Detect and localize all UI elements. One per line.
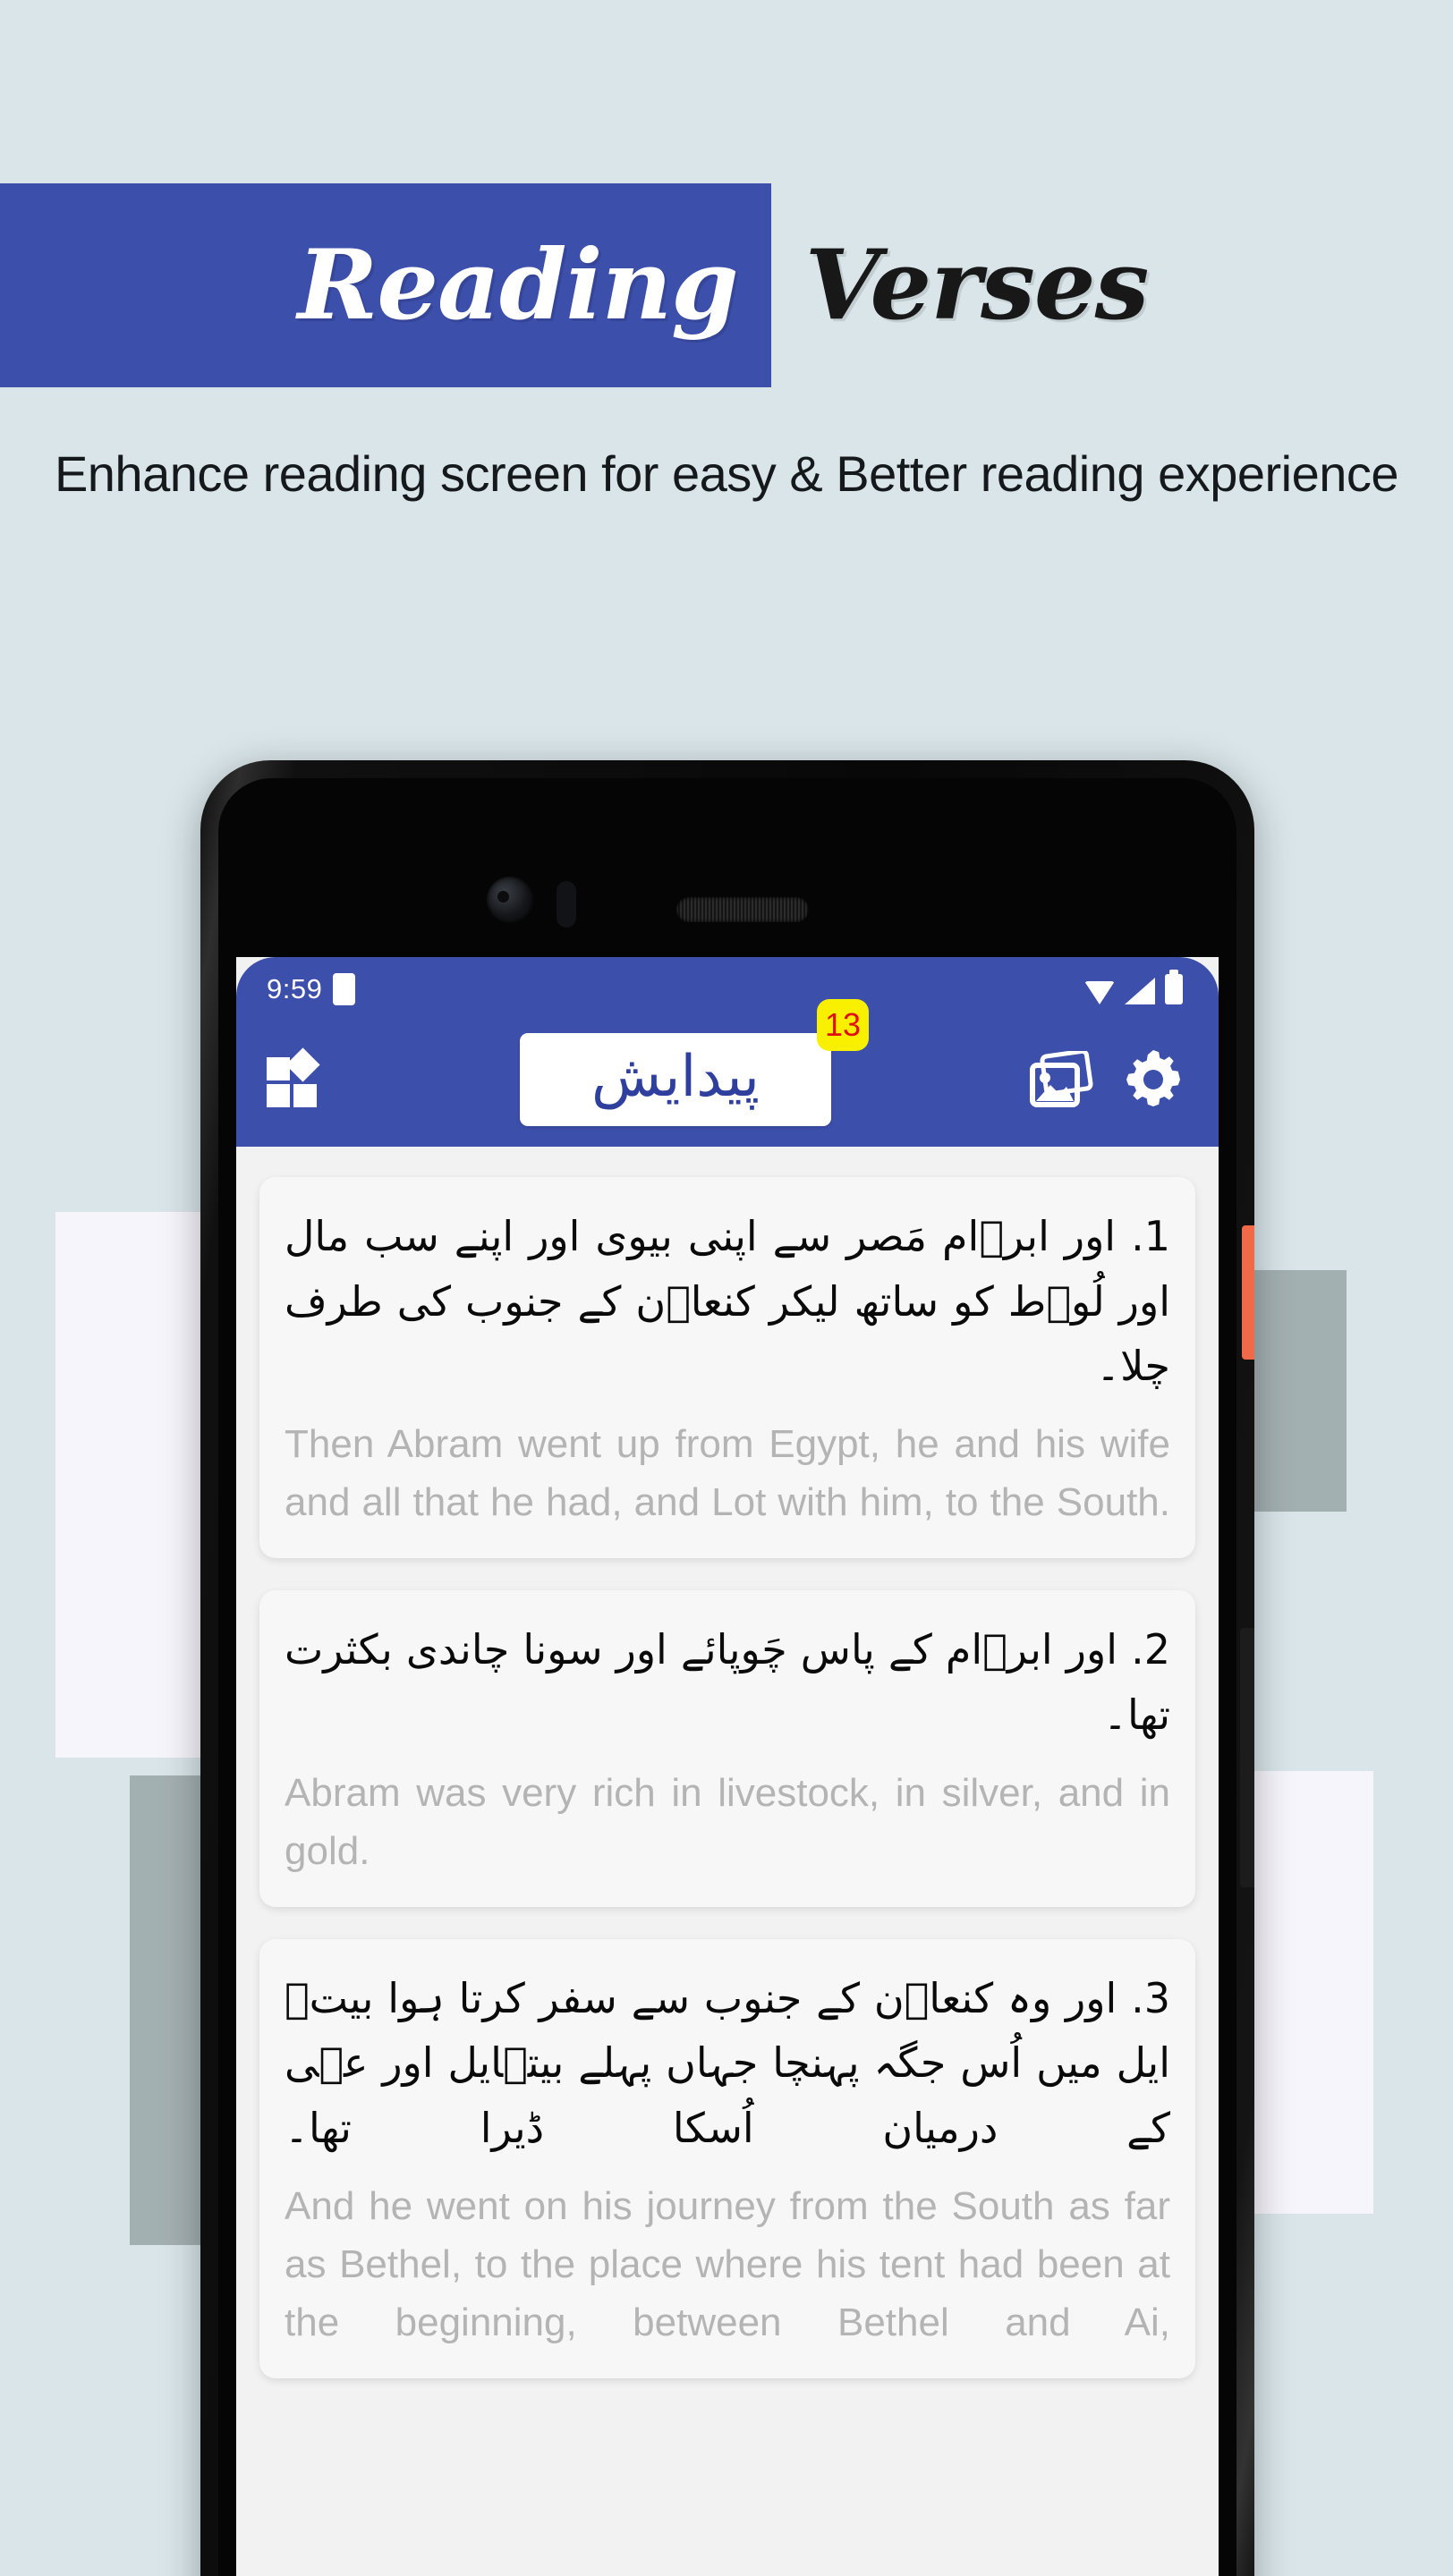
dashboard-icon[interactable] — [267, 1047, 322, 1107]
chapter-badge[interactable]: 13 — [817, 999, 869, 1051]
gallery-icon[interactable] — [1029, 1048, 1093, 1108]
verse-english-text: And he went on his journey from the Sout… — [285, 2183, 1170, 2345]
app-header: 9:59 پیدایش 13 — [236, 957, 1219, 1147]
verse-urdu-text: 3. اور وہ کنعاؔن کے جنوب سے سفر کرتا ہوا… — [285, 1973, 1170, 2153]
promo-title-secondary: Verses — [804, 229, 1150, 342]
book-title-label: پیدایش — [591, 1044, 760, 1110]
verse-english-text: Then Abram went up from Egypt, he and hi… — [285, 1422, 1170, 1525]
signal-icon — [1125, 978, 1155, 1004]
verse-card[interactable]: 1. اور ابرؔام مَصر سے اپنی بیوی اور اپنے… — [259, 1177, 1195, 1559]
verse-urdu-text: 2. اور ابرؔام کے پاس چَوپائے اور سونا چا… — [285, 1625, 1170, 1739]
book-title-chip[interactable]: پیدایش 13 — [520, 999, 869, 1126]
notification-square-icon — [333, 973, 356, 1005]
proximity-sensor-icon — [557, 881, 576, 928]
verse-list[interactable]: 1. اور ابرؔام مَصر سے اپنی بیوی اور اپنے… — [236, 1147, 1219, 2379]
book-title-holder: پیدایش 13 — [322, 999, 1029, 1126]
settings-gear-icon[interactable] — [1124, 1050, 1183, 1109]
battery-icon — [1165, 970, 1183, 1004]
verse-card[interactable]: 3. اور وہ کنعاؔن کے جنوب سے سفر کرتا ہوا… — [259, 1938, 1195, 2379]
verse-urdu-text: 1. اور ابرؔام مَصر سے اپنی بیوی اور اپنے… — [285, 1212, 1170, 1391]
volume-button[interactable] — [1240, 1628, 1254, 1887]
wifi-icon — [1084, 981, 1115, 1004]
status-time: 9:59 — [267, 973, 323, 1004]
promo-title-row: Reading Verses — [0, 183, 1453, 387]
app-bar: پیدایش 13 — [236, 999, 1219, 1147]
verse-english-text: Abram was very rich in livestock, in sil… — [285, 1770, 1170, 1873]
front-camera-icon — [487, 877, 533, 923]
earpiece-speaker-icon — [676, 897, 809, 922]
verse-card[interactable]: 2. اور ابرؔام کے پاس چَوپائے اور سونا چا… — [259, 1590, 1195, 1907]
phone-mockup: 9:59 پیدایش 13 1. اور ابرؔام مَصر سے اپن… — [200, 760, 1254, 2576]
app-bar-actions — [1029, 1048, 1183, 1109]
status-bar-left: 9:59 — [267, 973, 356, 1005]
promo-header: Reading Verses — [0, 183, 1453, 389]
phone-bezel: 9:59 پیدایش 13 1. اور ابرؔام مَصر سے اپن… — [218, 778, 1236, 2576]
power-button[interactable] — [1242, 1225, 1254, 1360]
status-bar-right — [1084, 970, 1183, 1004]
promo-title-primary: Reading — [297, 229, 739, 342]
phone-screen: 9:59 پیدایش 13 1. اور ابرؔام مَصر سے اپن… — [236, 957, 1219, 2576]
status-bar: 9:59 — [236, 957, 1219, 1013]
promo-subtitle: Enhance reading screen for easy & Better… — [54, 445, 1399, 502]
